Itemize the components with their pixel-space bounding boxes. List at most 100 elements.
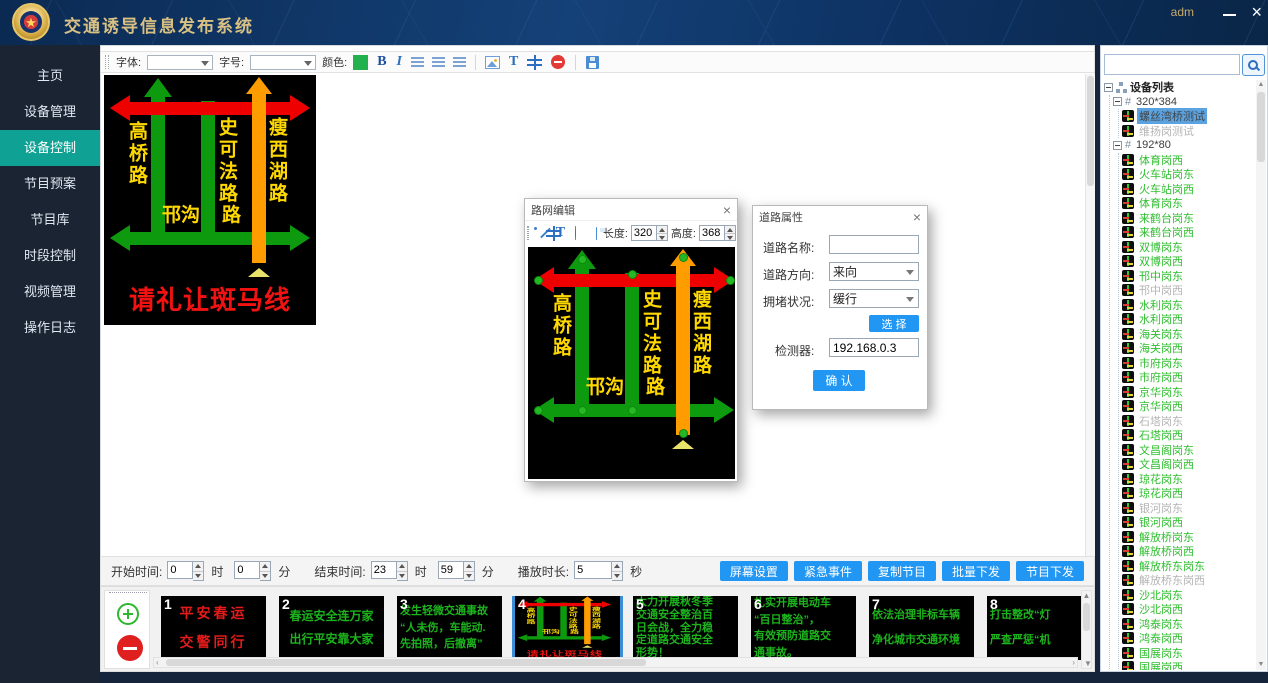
sidebar-item-设备控制[interactable]: 设备控制: [0, 130, 100, 166]
device-tree-item[interactable]: 沙北岗东: [1122, 588, 1256, 603]
bold-button[interactable]: B: [377, 54, 386, 70]
scroll-down-icon[interactable]: ▼: [1256, 660, 1266, 670]
text-tool-icon[interactable]: T: [509, 54, 518, 70]
road-direction-select[interactable]: 来向: [829, 262, 919, 281]
hscroll-thumb[interactable]: [166, 659, 646, 666]
device-tree-item[interactable]: 海关岗西: [1122, 341, 1256, 356]
tree-scroll-thumb[interactable]: [1257, 92, 1265, 162]
length-spinner[interactable]: [657, 225, 668, 241]
start-hour-input[interactable]: [167, 561, 193, 579]
sign-preview[interactable]: 高桥路史可法路瘦西湖路邗沟路请礼让斑马线: [104, 75, 316, 325]
filmstrip-hscrollbar[interactable]: ‹ ›: [153, 657, 1078, 668]
toolbar-grip[interactable]: [527, 226, 529, 240]
end-hour-spinner[interactable]: [397, 561, 408, 581]
device-tree-item[interactable]: 市府岗西: [1122, 370, 1256, 385]
align-right-icon[interactable]: [453, 57, 466, 67]
device-tree-item[interactable]: 文昌阁岗东: [1122, 443, 1256, 458]
text-tool-icon[interactable]: T: [556, 225, 565, 241]
sidebar-item-节目预案[interactable]: 节目预案: [0, 166, 100, 202]
roadnet-dialog-titlebar[interactable]: 路网编辑 ×: [525, 199, 737, 220]
congestion-select[interactable]: 缓行: [829, 289, 919, 308]
detector-input[interactable]: [829, 338, 919, 357]
remove-frame-icon[interactable]: [117, 635, 143, 661]
filmstrip-vscrollbar[interactable]: ▲ ▼: [1081, 590, 1092, 669]
action-button-批量下发[interactable]: 批量下发: [942, 561, 1010, 581]
tree-scrollbar[interactable]: ▲ ▼: [1256, 80, 1266, 670]
road-name-input[interactable]: [829, 235, 919, 254]
device-tree-item[interactable]: 银河岗东: [1122, 501, 1256, 516]
scroll-left-icon[interactable]: ‹: [156, 659, 159, 667]
device-tree-item[interactable]: 维扬岗测试: [1122, 124, 1256, 139]
tree-expand-icon[interactable]: [1113, 141, 1122, 150]
device-tree-item[interactable]: 琼花岗东: [1122, 472, 1256, 487]
scroll-up-icon[interactable]: ▲: [1083, 591, 1091, 600]
edit-handle[interactable]: [679, 253, 688, 262]
roadnet-close-icon[interactable]: ×: [723, 203, 731, 217]
tree-group-row[interactable]: 320*384: [1113, 95, 1256, 110]
device-tree-item[interactable]: 文昌阁岗西: [1122, 457, 1256, 472]
device-tree-item[interactable]: 沙北岗西: [1122, 602, 1256, 617]
tree-expand-icon[interactable]: [1113, 97, 1122, 106]
device-tree-item[interactable]: 琼花岗西: [1122, 486, 1256, 501]
device-tree-item[interactable]: 邗中岗东: [1122, 269, 1256, 284]
edit-handle[interactable]: [578, 406, 587, 415]
color-swatch[interactable]: [353, 55, 368, 70]
device-tree-item[interactable]: 石塔岗东: [1122, 414, 1256, 429]
duration-spinner[interactable]: [612, 561, 623, 581]
align-center-icon[interactable]: [432, 57, 445, 67]
device-tree-item[interactable]: 国展岗东: [1122, 646, 1256, 661]
length-input[interactable]: [631, 225, 657, 241]
device-tree-item[interactable]: 石塔岗西: [1122, 428, 1256, 443]
font-select[interactable]: [147, 55, 213, 70]
end-minute-spinner[interactable]: [464, 561, 475, 581]
device-tree-item[interactable]: 体育岗西: [1122, 153, 1256, 168]
device-tree-item[interactable]: 邗中岗西: [1122, 283, 1256, 298]
program-thumbnail-7[interactable]: 依法治理非标车辆净化城市交通环境7: [869, 596, 974, 660]
toolbar-grip[interactable]: [105, 55, 109, 69]
program-thumbnail-3[interactable]: 发生轻微交通事故“人未伤，车能动.先拍照，后撤离”3: [397, 596, 502, 660]
edit-handle[interactable]: [534, 406, 543, 415]
program-thumbnail-4[interactable]: 高桥路史可法路瘦西湖路邗沟路请礼让斑马线4: [515, 596, 620, 660]
delete-icon[interactable]: [551, 55, 565, 69]
device-tree-item[interactable]: 京华岗西: [1122, 399, 1256, 414]
device-tree-item[interactable]: 解放桥东岗西: [1122, 573, 1256, 588]
sidebar-item-时段控制[interactable]: 时段控制: [0, 238, 100, 274]
device-tree-item[interactable]: 双博岗西: [1122, 254, 1256, 269]
tree-expand-icon[interactable]: [1104, 83, 1113, 92]
duration-input[interactable]: [574, 561, 612, 579]
roadnet-canvas[interactable]: 高桥路史可法路瘦西湖路邗沟路: [528, 247, 735, 479]
device-tree-item[interactable]: 市府岗东: [1122, 356, 1256, 371]
sidebar-item-节目库[interactable]: 节目库: [0, 202, 100, 238]
align-left-icon[interactable]: [411, 57, 424, 67]
program-thumbnail-1[interactable]: 平安春运交警同行1: [161, 596, 266, 660]
device-tree-item[interactable]: 火车站岗东: [1122, 167, 1256, 182]
program-thumbnail-2[interactable]: 春运安全连万家出行平安靠大家2: [279, 596, 384, 660]
add-frame-icon[interactable]: [117, 603, 139, 625]
edit-handle[interactable]: [628, 406, 637, 415]
device-tree-item[interactable]: 银河岗西: [1122, 515, 1256, 530]
scroll-up-icon[interactable]: ▲: [1258, 81, 1265, 88]
sidebar-item-操作日志[interactable]: 操作日志: [0, 310, 100, 346]
scroll-right-icon[interactable]: ›: [1072, 659, 1075, 667]
height-spinner[interactable]: [725, 225, 736, 241]
close-icon[interactable]: ×: [1251, 2, 1262, 22]
edit-handle[interactable]: [679, 429, 688, 438]
end-hour-input[interactable]: [371, 561, 397, 579]
search-button[interactable]: [1242, 54, 1265, 76]
program-thumbnail-8[interactable]: 打击整改“灯严查严惩“机8: [987, 596, 1082, 660]
device-tree-item[interactable]: 体育岗东: [1122, 196, 1256, 211]
edit-handle[interactable]: [726, 276, 735, 285]
confirm-button[interactable]: 确 认: [813, 370, 865, 391]
start-hour-spinner[interactable]: [193, 561, 204, 581]
device-tree-item[interactable]: 水利岗东: [1122, 298, 1256, 313]
props-close-icon[interactable]: ×: [913, 210, 921, 224]
action-button-紧急事件[interactable]: 紧急事件: [794, 561, 862, 581]
sidebar-item-设备管理[interactable]: 设备管理: [0, 94, 100, 130]
height-input[interactable]: [699, 225, 725, 241]
start-minute-input[interactable]: [234, 561, 260, 579]
sidebar-item-视频管理[interactable]: 视频管理: [0, 274, 100, 310]
props-dialog-titlebar[interactable]: 道路属性 ×: [753, 206, 927, 227]
italic-button[interactable]: I: [397, 54, 402, 70]
device-tree-item[interactable]: 来鹤台岗东: [1122, 211, 1256, 226]
sidebar-item-主页[interactable]: 主页: [0, 58, 100, 94]
